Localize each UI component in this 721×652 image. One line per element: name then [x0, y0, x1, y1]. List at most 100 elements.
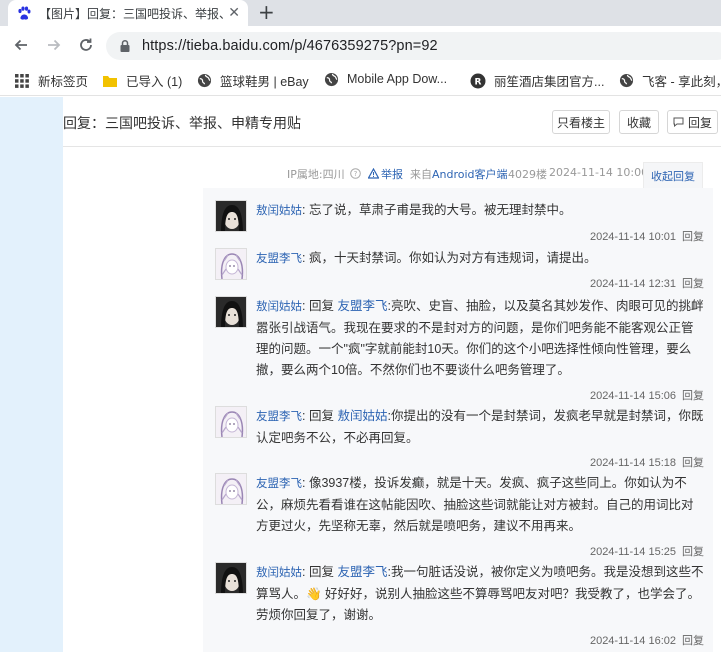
tab-strip: 【图片】回复：三国吧投诉、举报、申精专用贴 ✕ + — [0, 0, 721, 26]
globe-icon — [323, 71, 339, 87]
reply-prefix: 回复 — [308, 565, 334, 579]
ip-location: IP属地:四川 ? — [287, 166, 361, 182]
close-tab-icon[interactable]: ✕ — [228, 5, 240, 21]
reply-username[interactable]: 敖闰姑姑 — [256, 205, 302, 217]
reply-content: 友盟李飞: 像3937楼，投诉发癫，就是十天。发疯、疯子这些同上。你如认为不公，… — [256, 473, 704, 537]
bookmark-label: Mobile App Dow... — [347, 72, 448, 86]
bookmark-new-tab[interactable]: 新标签页 — [14, 71, 88, 90]
bookmark-label: 已导入 (1) — [126, 75, 183, 89]
tab-title: 【图片】回复：三国吧投诉、举报、申精专用贴 — [39, 6, 224, 21]
comment-icon — [673, 117, 684, 127]
reload-icon[interactable] — [76, 35, 96, 55]
address-bar[interactable]: https://tieba.baidu.com/p/4676359275?pn=… — [106, 32, 721, 60]
page-content: 回复：三国吧投诉、举报、申精专用贴 只看楼主 收藏 回复 IP属地:四川 ? 举… — [0, 97, 721, 652]
reply-colon: : — [302, 203, 309, 217]
avatar[interactable] — [215, 296, 247, 328]
client-prefix: 来自 — [410, 168, 432, 181]
radisson-logo-icon: R — [470, 73, 486, 89]
reply-time: 2024-11-14 10:01 — [589, 231, 676, 243]
reply-time: 2024-11-14 12:31 — [589, 278, 676, 290]
reply-link[interactable]: 回复 — [682, 546, 704, 558]
forward-arrow-icon[interactable] — [44, 35, 64, 55]
bookmark-mobile-app[interactable]: Mobile App Dow... — [323, 71, 447, 87]
avatar[interactable] — [215, 562, 247, 594]
reply-colon: : — [302, 409, 309, 423]
reply-meta: 2024-11-14 15:06 回复 — [590, 387, 704, 403]
reply-prefix: 回复 — [308, 409, 334, 423]
folder-icon — [102, 73, 118, 89]
reply-colon: : — [302, 476, 309, 490]
reply-meta: 2024-11-14 12:31 回复 — [590, 275, 704, 291]
reply-to-user[interactable]: 友盟李飞 — [337, 565, 387, 579]
new-tab-plus-icon[interactable]: + — [258, 1, 275, 23]
reply-username[interactable]: 敖闰姑姑 — [256, 301, 302, 313]
reply-username[interactable]: 敖闰姑姑 — [256, 567, 302, 579]
left-sidebar-strip — [0, 97, 63, 652]
svg-text:?: ? — [354, 170, 358, 178]
reply-prefix: 回复 — [308, 299, 334, 313]
bookmark-label: 丽笙酒店集团官方... — [494, 75, 605, 89]
thread-header: 回复：三国吧投诉、举报、申精专用贴 只看楼主 收藏 回复 — [63, 97, 721, 147]
reply-to-user[interactable]: 友盟李飞 — [337, 299, 387, 313]
avatar[interactable] — [215, 406, 247, 438]
reply-content: 敖闰姑姑: 回复 友盟李飞:我一句脏话没说，被你定义为喷吧务。我是没想到这些不算… — [256, 562, 704, 626]
post-floor: IP属地:四川 ? 举报 来自Android客户端 4029楼 2024-11-… — [63, 148, 721, 652]
globe-icon — [196, 73, 212, 89]
reply-meta: 2024-11-14 16:02 回复 — [590, 632, 704, 648]
reply-time: 2024-11-14 15:06 — [589, 390, 676, 402]
page-title: 回复：三国吧投诉、举报、申精专用贴 — [63, 116, 301, 132]
ip-text: IP属地:四川 — [287, 168, 345, 181]
android-client-link[interactable]: Android客户端 — [432, 168, 508, 181]
bookmark-label: 新标签页 — [38, 75, 89, 89]
bookmark-label: 篮球鞋男 | eBay — [220, 75, 309, 89]
reply-meta: 2024-11-14 10:01 回复 — [590, 228, 704, 244]
favorite-button[interactable]: 收藏 — [619, 110, 659, 134]
bookmark-ebay[interactable]: 篮球鞋男 | eBay — [196, 71, 309, 90]
reply-meta: 2024-11-14 15:25 回复 — [590, 543, 704, 559]
reply-time: 2024-11-14 15:18 — [589, 457, 676, 469]
warning-icon — [368, 168, 379, 179]
apps-grid-icon — [14, 73, 30, 89]
reply-link[interactable]: 回复 — [682, 231, 704, 243]
back-arrow-icon[interactable] — [11, 35, 31, 55]
reply-username[interactable]: 友盟李飞 — [256, 411, 302, 423]
avatar[interactable] — [215, 200, 247, 232]
reply-button-label: 回复 — [687, 115, 712, 130]
baidu-paw-icon — [16, 5, 32, 21]
collapse-replies-button[interactable]: 收起回复 — [643, 162, 703, 188]
client-source: 来自Android客户端 — [410, 166, 508, 182]
report-label: 举报 — [381, 168, 403, 181]
reply-content: 敖闰姑姑: 回复 友盟李飞:亮吹、史盲、抽脸，以及莫名其妙发作、肉眼可见的挑衅嚣… — [256, 296, 704, 381]
reply-link[interactable]: 回复 — [682, 390, 704, 402]
reply-time: 2024-11-14 15:25 — [589, 546, 676, 558]
bookmark-imported[interactable]: 已导入 (1) — [102, 71, 182, 90]
reply-colon: : — [302, 299, 309, 313]
reply-text: 像3937楼，投诉发癫，就是十天。发疯、疯子这些同上。你如认为不公，麻烦先看看谁… — [256, 476, 694, 533]
reply-username[interactable]: 友盟李飞 — [256, 478, 302, 490]
bookmarks-bar: 新标签页 已导入 (1) 篮球鞋男 | eBay Mobile App Dow.… — [0, 64, 721, 96]
url-text: https://tieba.baidu.com/p/4676359275?pn=… — [142, 38, 438, 54]
reply-username[interactable]: 友盟李飞 — [256, 253, 302, 265]
report-link[interactable]: 举报 — [368, 166, 403, 182]
reply-text: 忘了说，草肃子甫是我的大号。被无理封禁中。 — [308, 203, 572, 217]
only-op-button[interactable]: 只看楼主 — [552, 110, 610, 134]
help-circle-icon[interactable]: ? — [350, 168, 361, 179]
reply-time: 2024-11-14 16:02 — [589, 635, 676, 647]
reply-button[interactable]: 回复 — [667, 110, 718, 134]
globe-icon — [618, 73, 634, 89]
reply-link[interactable]: 回复 — [682, 278, 704, 290]
bookmark-flyer[interactable]: 飞客 - 享此刻， — [618, 71, 721, 90]
reply-content: 敖闰姑姑: 忘了说，草肃子甫是我的大号。被无理封禁中。 — [256, 200, 704, 222]
bookmark-radisson[interactable]: R 丽笙酒店集团官方... — [470, 71, 604, 90]
post-time: 2024-11-14 10:00 — [549, 166, 649, 179]
reply-link[interactable]: 回复 — [682, 635, 704, 647]
reply-meta: 2024-11-14 15:18 回复 — [590, 454, 704, 470]
browser-tab-active[interactable]: 【图片】回复：三国吧投诉、举报、申精专用贴 ✕ — [8, 0, 248, 26]
reply-link[interactable]: 回复 — [682, 457, 704, 469]
reply-text: 疯，十天封禁词。你如认为对方有违规词，请提出。 — [308, 251, 597, 265]
avatar[interactable] — [215, 473, 247, 505]
avatar[interactable] — [215, 248, 247, 280]
svg-text:R: R — [475, 77, 482, 87]
lock-icon[interactable] — [118, 39, 132, 53]
reply-to-user[interactable]: 敖闰姑姑 — [337, 409, 387, 423]
